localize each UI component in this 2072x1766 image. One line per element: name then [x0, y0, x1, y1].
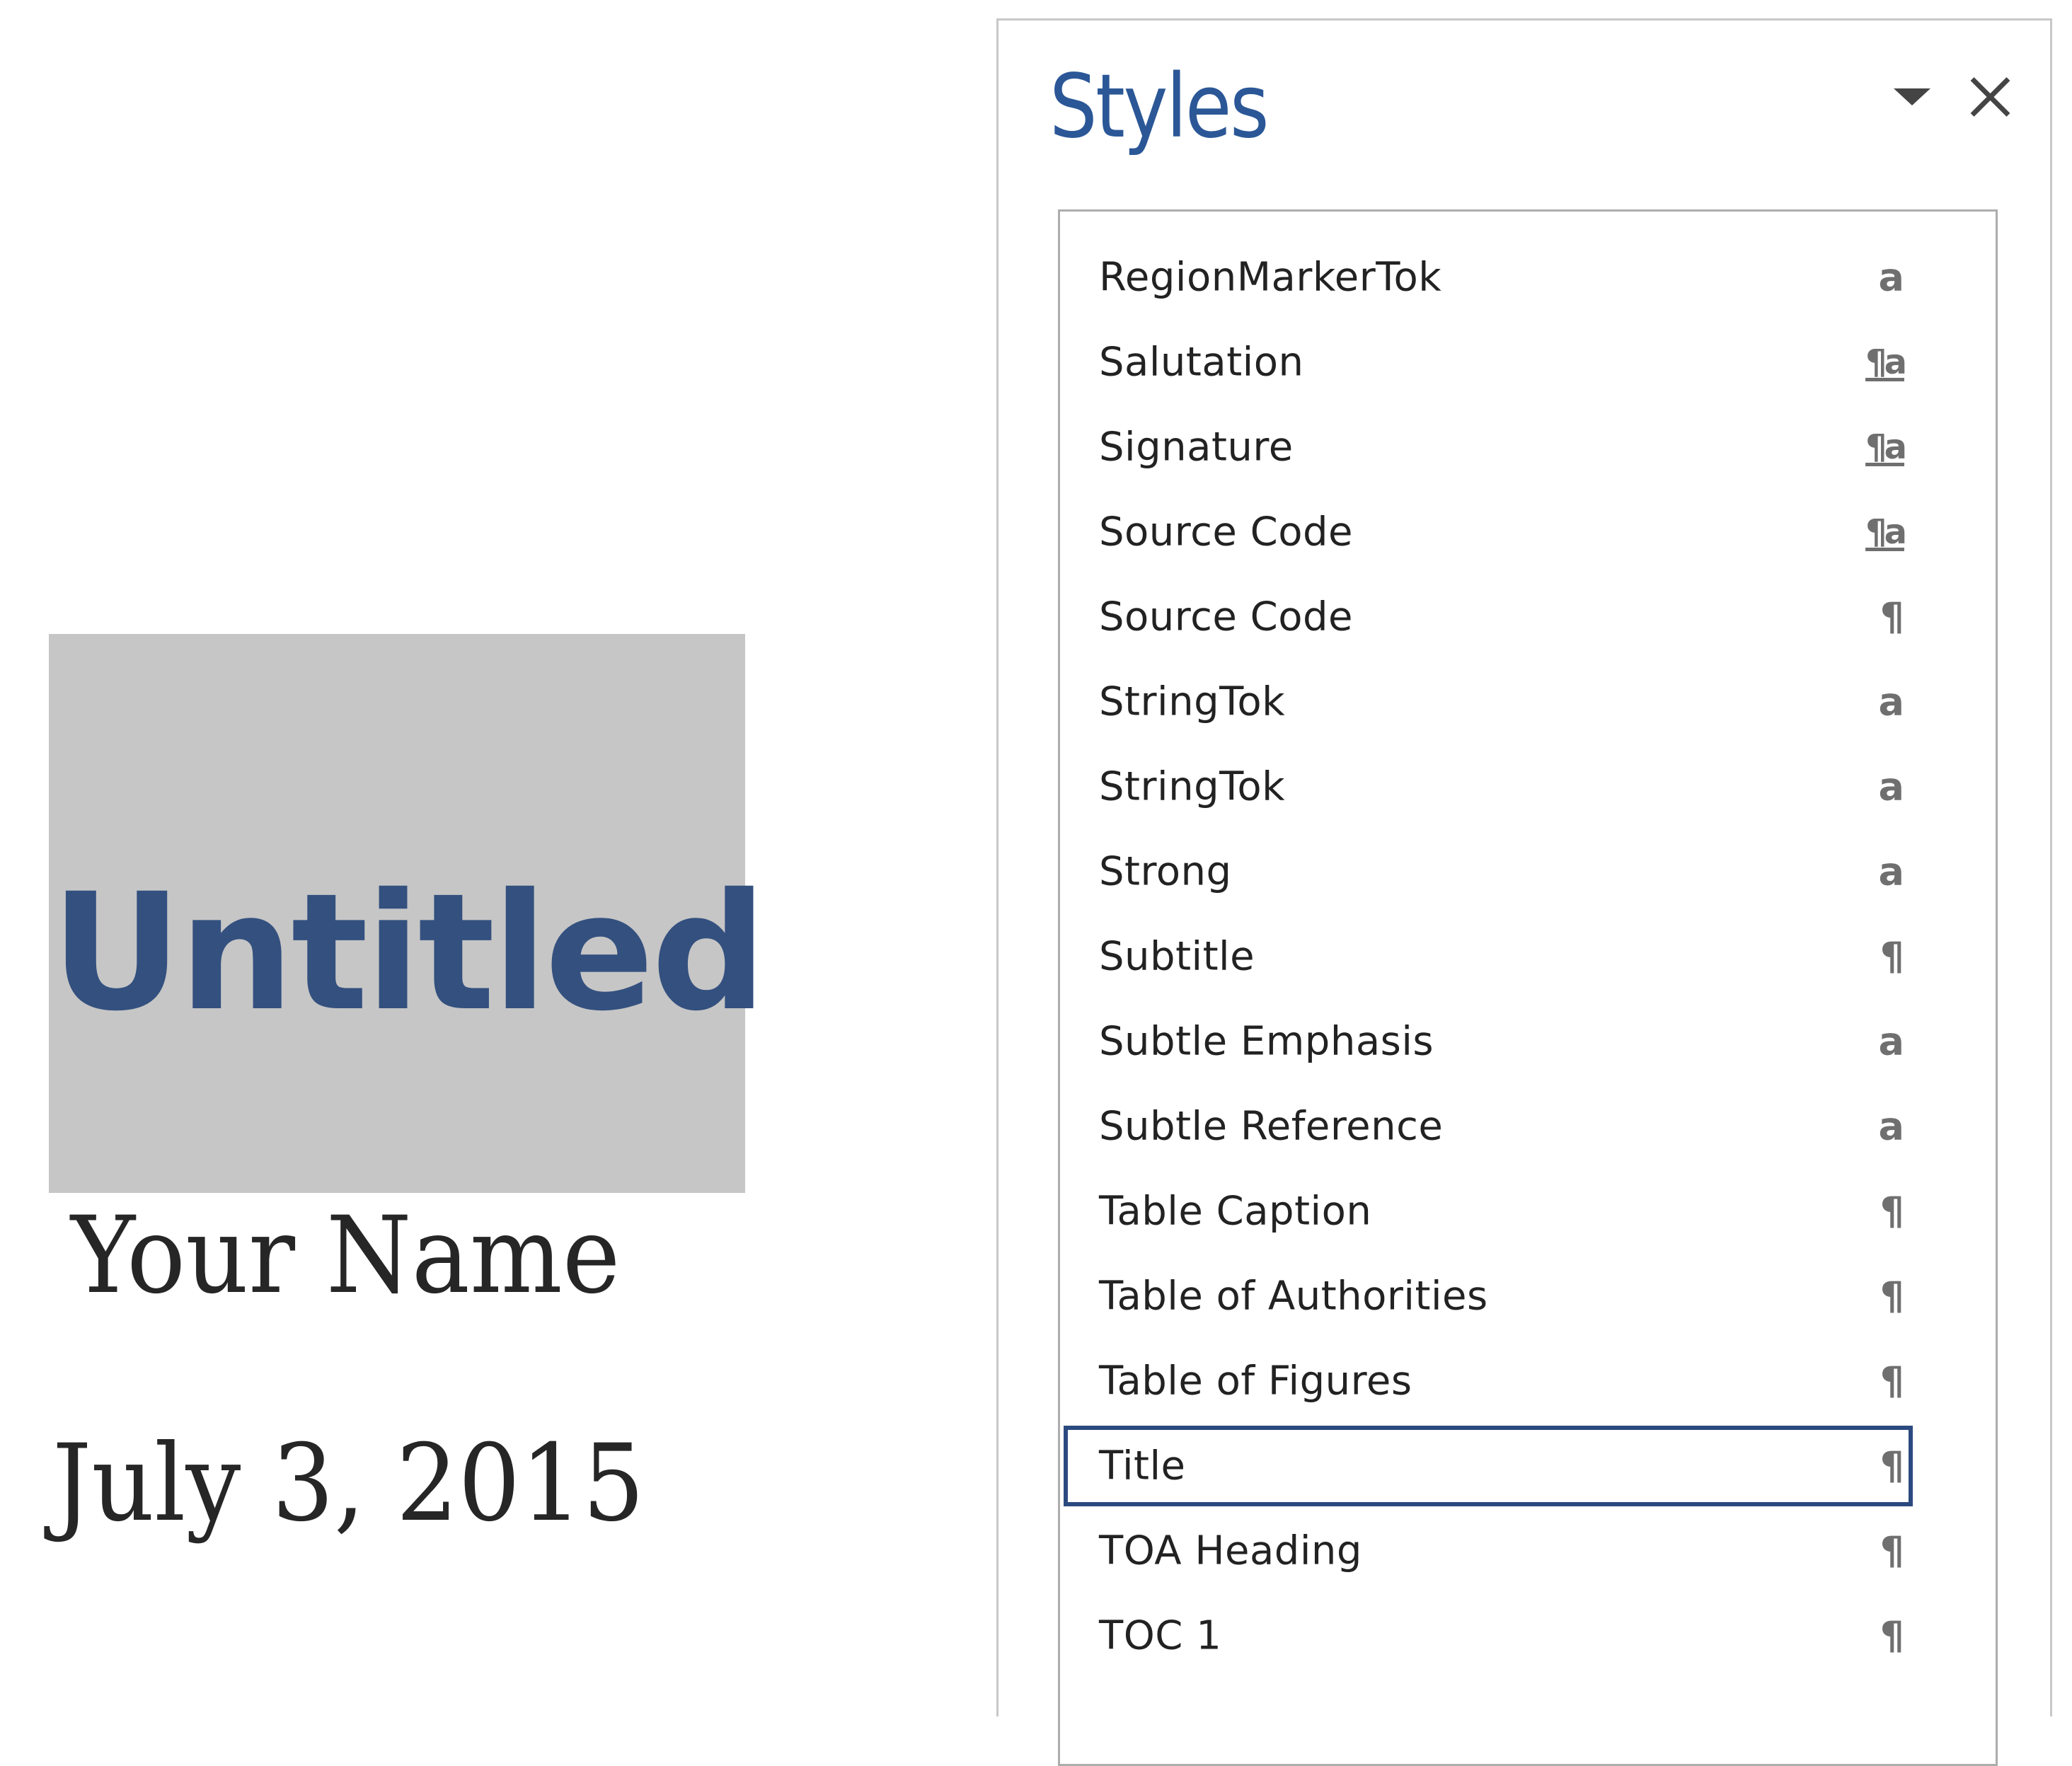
- style-item-label: StringTok: [1099, 679, 1286, 725]
- paragraph-style-icon: ¶: [1880, 1358, 1904, 1404]
- style-item-label: Subtle Emphasis: [1099, 1018, 1434, 1065]
- style-item-label: Salutation: [1099, 339, 1304, 386]
- document-title[interactable]: Untitled: [51, 872, 767, 1033]
- style-item-label: Source Code: [1099, 594, 1353, 640]
- style-item[interactable]: StringTok a: [1064, 662, 1913, 742]
- character-style-icon: a: [1878, 679, 1904, 725]
- close-icon[interactable]: [1968, 74, 2012, 118]
- paragraph-style-icon: ¶: [1880, 1274, 1904, 1319]
- character-style-icon: a: [1878, 849, 1904, 894]
- style-item-label: Table of Figures: [1099, 1358, 1412, 1404]
- style-item[interactable]: Subtle Reference a: [1064, 1086, 1913, 1167]
- styles-pane: Styles RegionMarkerTok a Salutation ¶a Signa…: [996, 18, 2052, 1766]
- paragraph-style-icon: ¶: [1880, 1189, 1904, 1234]
- style-item-label: Strong: [1099, 848, 1232, 895]
- style-item[interactable]: Source Code ¶: [1064, 577, 1913, 657]
- style-item-label: Table Caption: [1099, 1188, 1372, 1235]
- style-item-label: TOC 1: [1099, 1612, 1222, 1659]
- style-item[interactable]: Signature ¶a: [1064, 407, 1913, 487]
- document-author[interactable]: Your Name: [71, 1203, 620, 1309]
- document-page: Untitled Your Name July 3, 2015: [0, 0, 991, 1670]
- style-item-label: Signature: [1099, 424, 1294, 471]
- pane-options-dropdown-icon[interactable]: [1894, 88, 1930, 117]
- styles-list[interactable]: RegionMarkerTok a Salutation ¶a Signature ¶a S…: [1058, 209, 1998, 1766]
- paragraph-style-icon: ¶: [1880, 1443, 1904, 1489]
- character-style-icon: a: [1878, 1104, 1904, 1149]
- styles-pane-title: Styles: [1049, 56, 1270, 158]
- style-item[interactable]: Subtitle ¶: [1064, 916, 1913, 997]
- style-item-label: StringTok: [1099, 763, 1286, 810]
- paragraph-style-icon: ¶: [1880, 1528, 1904, 1574]
- style-item-label: Subtle Reference: [1099, 1103, 1444, 1150]
- style-item[interactable]: Strong a: [1064, 831, 1913, 912]
- style-item-label: Table of Authorities: [1099, 1273, 1488, 1320]
- linked-style-icon: ¶a: [1865, 427, 1907, 467]
- style-item-label: Subtitle: [1099, 933, 1255, 980]
- style-item[interactable]: Table Caption ¶: [1064, 1171, 1913, 1252]
- style-item[interactable]: Source Code ¶a: [1064, 492, 1913, 572]
- style-item-label: Title: [1099, 1443, 1186, 1489]
- character-style-icon: a: [1878, 764, 1904, 809]
- style-item-label: Source Code: [1099, 509, 1353, 555]
- style-item[interactable]: StringTok a: [1064, 746, 1913, 827]
- style-item-selected[interactable]: Title ¶: [1064, 1426, 1913, 1506]
- style-item[interactable]: Subtle Emphasis a: [1064, 1001, 1913, 1082]
- style-item[interactable]: TOC 1 ¶: [1064, 1595, 1913, 1676]
- style-item[interactable]: RegionMarkerTok a: [1064, 237, 1913, 318]
- style-item-label: TOA Heading: [1099, 1528, 1362, 1574]
- paragraph-style-icon: ¶: [1880, 594, 1904, 640]
- style-item[interactable]: Salutation ¶a: [1064, 322, 1913, 403]
- style-item[interactable]: Table of Authorities ¶: [1064, 1256, 1913, 1337]
- document-date[interactable]: July 3, 2015: [52, 1431, 645, 1537]
- linked-style-icon: ¶a: [1865, 342, 1907, 382]
- character-style-icon: a: [1878, 1019, 1904, 1064]
- style-item[interactable]: Table of Figures ¶: [1064, 1341, 1913, 1421]
- linked-style-icon: ¶a: [1865, 512, 1907, 552]
- style-item[interactable]: TOA Heading ¶: [1064, 1511, 1913, 1591]
- style-item-label: RegionMarkerTok: [1099, 254, 1442, 301]
- character-style-icon: a: [1878, 255, 1904, 300]
- paragraph-style-icon: ¶: [1880, 1613, 1904, 1658]
- paragraph-style-icon: ¶: [1880, 934, 1904, 979]
